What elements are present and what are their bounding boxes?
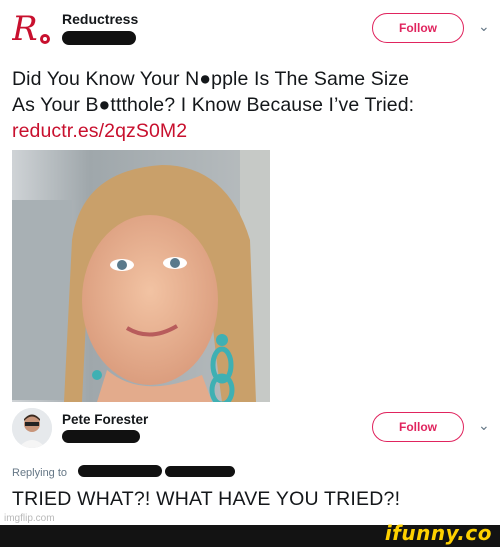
tweet-text: Did You Know Your N●pple Is The Same Siz… (12, 66, 492, 144)
chevron-down-icon[interactable]: ⌄ (478, 417, 490, 434)
svg-text:R: R (12, 10, 38, 49)
reply-text: TRIED WHAT?! WHAT HAVE YOU TRIED?! (12, 488, 401, 510)
follow-button[interactable]: Follow (372, 412, 464, 442)
redacted-reply-handle (165, 466, 235, 477)
imgflip-watermark: imgflip.com (4, 513, 55, 524)
replying-to-label: Replying to (12, 467, 68, 479)
redacted-handle (62, 31, 136, 45)
tweet-photo[interactable] (12, 150, 270, 402)
tweet-text-line-1: Did You Know Your N●pple Is The Same Siz… (12, 68, 410, 90)
ifunny-watermark: ifunny.co (384, 521, 492, 545)
tweet-link[interactable]: reductr.es/2qzS0M2 (12, 118, 492, 144)
tweet-author-name[interactable]: Reductress (62, 11, 138, 27)
reply-author-name[interactable]: Pete Forester (62, 412, 148, 427)
reply-avatar[interactable] (12, 408, 52, 448)
tweet-text-line-2: As Your B●ttthole? I Know Because I’ve T… (12, 94, 415, 116)
redacted-reply-handle (78, 465, 162, 477)
chevron-down-icon[interactable]: ⌄ (478, 18, 490, 35)
follow-button[interactable]: Follow (372, 13, 464, 43)
redacted-handle (62, 430, 140, 443)
reductress-logo-icon[interactable]: R (11, 9, 54, 50)
